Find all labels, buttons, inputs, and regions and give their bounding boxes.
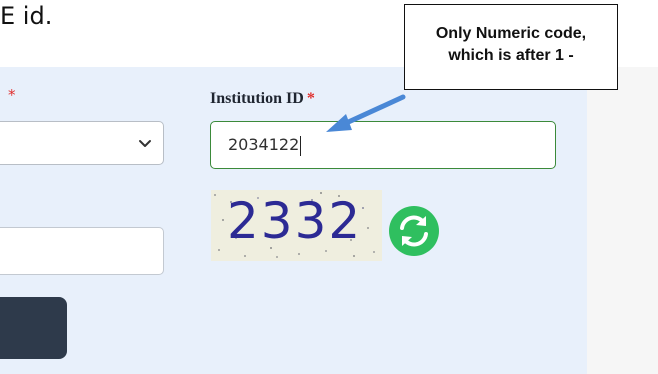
institution-id-input[interactable]: 2034122 [210,121,556,169]
annotation-line-2: which is after 1 - [448,47,574,64]
institution-id-label: Institution ID * [210,90,315,108]
text-input[interactable] [0,227,164,275]
side-background [587,67,658,374]
refresh-icon[interactable] [388,205,440,257]
annotation-line-1: Only Numeric code, [435,25,587,42]
captcha-text: 2332 [227,192,363,250]
required-marker: * [306,90,315,107]
page: E id. * Institution ID * 2034122 2332 On… [0,0,658,374]
annotation-callout: Only Numeric code, which is after 1 - [404,4,618,90]
text-caret [300,135,302,156]
intro-text: E id. [0,2,53,30]
required-marker: * [8,86,16,104]
institution-id-value: 2034122 [228,135,300,154]
submit-button[interactable] [0,297,67,359]
select-dropdown[interactable] [0,121,164,165]
captcha-image: 2332 [211,190,382,261]
institution-id-label-text: Institution ID [210,90,304,107]
chevron-down-icon [139,140,151,147]
